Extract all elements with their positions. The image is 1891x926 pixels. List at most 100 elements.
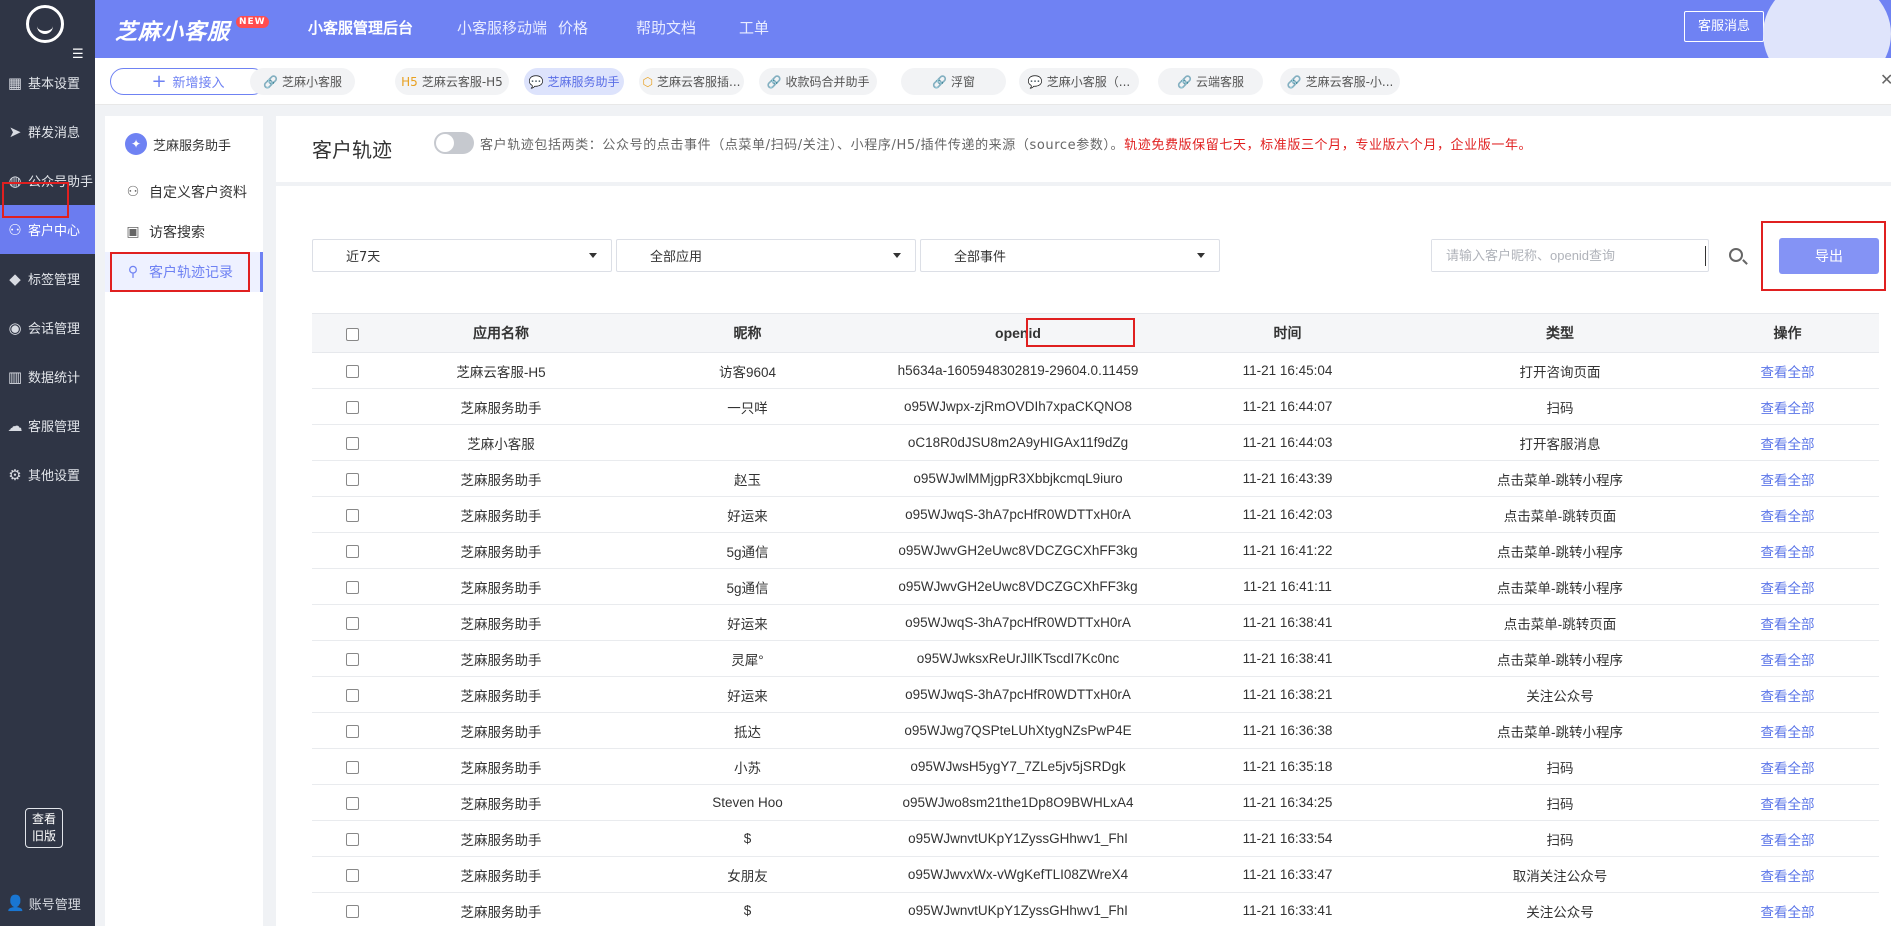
app-select[interactable]: 全部应用 [616,239,916,272]
view-all-link[interactable]: 查看全部 [1761,797,1815,812]
search-input[interactable] [1432,240,1662,271]
search-icon[interactable] [1729,248,1743,262]
row-checkbox[interactable] [345,760,359,774]
view-all-link[interactable]: 查看全部 [1761,689,1815,704]
app-tab-2[interactable]: 💬 芝麻服务助手 [524,68,624,95]
old-version-button[interactable]: 查看 旧版 [25,808,63,848]
brand-logo-text[interactable]: 芝麻小客服 NEW [115,14,269,46]
subnav-item-visitor-search[interactable]: ▣ 访客搜索 [105,212,263,252]
row-checkbox[interactable] [345,868,359,882]
event-select[interactable]: 全部事件 [920,239,1220,272]
cell-type: 关注公众号 [1424,676,1696,713]
view-all-link[interactable]: 查看全部 [1761,473,1815,488]
cell-action: 查看全部 [1696,892,1879,926]
collapse-menu-icon[interactable]: ☰ [72,47,84,62]
app-tab-6[interactable]: 💬 芝麻小客服（... [1019,68,1139,95]
customer-message-button[interactable]: 客服消息 [1684,11,1764,42]
top-nav-item-4[interactable]: 工单 [739,0,769,58]
view-all-link[interactable]: 查看全部 [1761,581,1815,596]
table-header-row: 应用名称 昵称 openid 时间 类型 操作 [312,313,1879,353]
subnav-item-customer-track[interactable]: ⚲ 客户轨迹记录 [105,252,263,292]
app-tab-0[interactable]: 🔗 芝麻小客服 [250,68,355,95]
cell-nickname: 好运来 [610,676,885,713]
main-sidebar: ☰ ▦ 基本设置 ➤ 群发消息 ◍ 公众号助手 ⚇ 客户中心 ◆ 标签管理 ◉ 会话管理 ▥ 数据统计 ☁ 客… [0,0,95,926]
subnav-title-label: 芝麻服务助手 [153,138,232,154]
cell-action: 查看全部 [1696,748,1879,785]
cell-app: 芝麻服务助手 [392,460,610,497]
table-row: 芝麻服务助手 赵玉 o95WJwlMMjgpR3XbbjkcmqL9iuro 11-2… [312,460,1879,497]
sidebar-item-2[interactable]: ◍ 公众号助手 [0,156,95,205]
row-select-cell [312,676,392,713]
view-all-link[interactable]: 查看全部 [1761,401,1815,416]
cell-app: 芝麻服务助手 [392,712,610,749]
row-checkbox[interactable] [345,400,359,414]
cell-type: 扫码 [1424,388,1696,425]
view-all-link[interactable]: 查看全部 [1761,365,1815,380]
view-all-link[interactable]: 查看全部 [1761,437,1815,452]
view-all-link[interactable]: 查看全部 [1761,905,1815,920]
row-select-cell [312,748,392,785]
view-all-link[interactable]: 查看全部 [1761,653,1815,668]
top-nav-item-3[interactable]: 帮助文档 [636,0,696,58]
app-tab-8[interactable]: 🔗 芝麻云客服-小... [1280,68,1400,95]
export-button[interactable]: 导出 [1779,238,1879,274]
sidebar-item-7[interactable]: ☁ 客服管理 [0,401,95,450]
view-all-link[interactable]: 查看全部 [1761,545,1815,560]
time-range-select[interactable]: 近7天 [312,239,612,272]
row-checkbox[interactable] [345,544,359,558]
view-all-link[interactable]: 查看全部 [1761,761,1815,776]
app-tab-3[interactable]: ⬡ 芝麻云客服插... [639,68,744,95]
sidebar-item-4[interactable]: ◆ 标签管理 [0,254,95,303]
sidebar-item-8[interactable]: ⚙ 其他设置 [0,450,95,499]
row-checkbox[interactable] [345,472,359,486]
view-all-link[interactable]: 查看全部 [1761,725,1815,740]
row-checkbox[interactable] [345,508,359,522]
secondary-sidebar: ✦ 芝麻服务助手 ⚇ 自定义客户资料 ▣ 访客搜索 ⚲ 客户轨迹记录 [105,116,263,926]
view-all-link[interactable]: 查看全部 [1761,509,1815,524]
select-all-checkbox[interactable] [345,327,359,341]
row-checkbox[interactable] [345,616,359,630]
sidebar-item-5[interactable]: ◉ 会话管理 [0,303,95,352]
add-access-button[interactable]: + 新增接入 [110,68,266,95]
app-tab-1[interactable]: H5 芝麻云客服-H5 [395,68,509,95]
top-nav-item-2[interactable]: 价格 [558,0,588,58]
account-label: 账号管理 [28,897,81,913]
sidebar-item-1[interactable]: ➤ 群发消息 [0,107,95,156]
top-nav-item-0[interactable]: 小客服管理后台 [308,0,413,58]
row-checkbox[interactable] [345,436,359,450]
caret-down-icon [893,253,901,258]
cell-time: 11-21 16:41:22 [1151,532,1424,569]
app-tab-5[interactable]: 🔗 浮窗 [901,68,1006,95]
sidebar-item-6[interactable]: ▥ 数据统计 [0,352,95,401]
row-checkbox[interactable] [345,832,359,846]
row-checkbox[interactable] [345,796,359,810]
row-select-cell [312,532,392,569]
select-all-cell [312,313,392,353]
account-management[interactable]: 👤 账号管理 [0,878,95,926]
row-checkbox[interactable] [345,688,359,702]
subnav-item-label: 客户轨迹记录 [149,265,233,281]
row-checkbox[interactable] [345,904,359,918]
row-checkbox[interactable] [345,364,359,378]
table-row: 芝麻服务助手 小苏 o95WJwsH5ygY7_7ZLe5jv5jSRDgk 11-2… [312,748,1879,785]
sidebar-item-0[interactable]: ▦ 基本设置 [0,58,95,107]
close-icon[interactable]: ✕ [1880,70,1891,89]
view-all-link[interactable]: 查看全部 [1761,617,1815,632]
row-checkbox[interactable] [345,580,359,594]
row-checkbox[interactable] [345,724,359,738]
tab-prefix-icon: 🔗 [766,74,782,89]
cell-nickname: 5g通信 [610,532,885,569]
view-all-link[interactable]: 查看全部 [1761,869,1815,884]
subnav-item-custom-profile[interactable]: ⚇ 自定义客户资料 [105,172,263,212]
track-toggle-switch[interactable] [434,132,474,154]
sidebar-item-3[interactable]: ⚇ 客户中心 [0,205,95,254]
top-nav-item-1[interactable]: 小客服移动端 [457,0,547,58]
view-all-link[interactable]: 查看全部 [1761,833,1815,848]
app-tab-4[interactable]: 🔗 收款码合并助手 [759,68,877,95]
tab-prefix-icon: ⬡ [642,74,654,89]
row-checkbox[interactable] [345,652,359,666]
smile-logo-icon[interactable] [26,5,64,43]
app-tab-7[interactable]: 🔗 云端客服 [1158,68,1263,95]
table-row: 芝麻云客服-H5 访客9604 h5634a-1605948302819-29604… [312,352,1879,389]
cell-action: 查看全部 [1696,640,1879,677]
